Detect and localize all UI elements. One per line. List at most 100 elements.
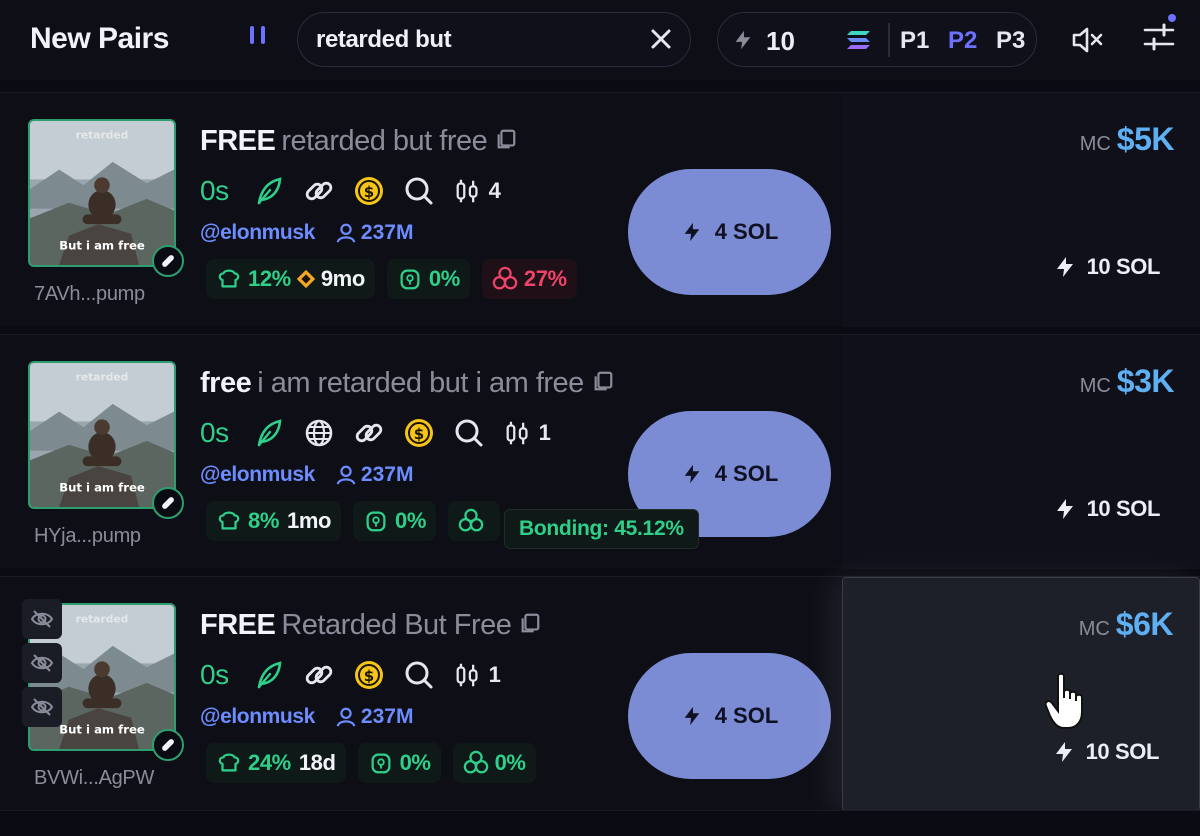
globe-icon[interactable] [303,417,335,449]
snipers-stat: 27% [481,259,577,299]
link-icon[interactable] [303,175,335,207]
search-icon[interactable] [453,417,485,449]
coin-icon[interactable] [403,417,435,449]
lock-face-icon [363,508,389,534]
meta-line: 0s 4 [200,173,501,209]
solana-icon [847,31,870,49]
stats-line: 8% 1mo 0% [206,499,512,543]
token-image[interactable] [28,361,176,509]
link-icon[interactable] [303,659,335,691]
holders-value: 1 [538,420,551,445]
bonding-tooltip: Bonding: 45.12% [504,509,699,549]
diamond-icon [295,268,317,290]
twitter-handle[interactable]: @elonmusk [200,221,315,245]
buy-10-sol-button[interactable]: 10 SOL [1052,736,1159,768]
cluster-icon [463,750,489,776]
link-icon[interactable] [353,417,385,449]
token-row[interactable]: HYja...pump free i am retarded but i am f… [0,334,1200,569]
close-icon[interactable] [648,26,674,52]
leaf-icon[interactable] [253,175,285,207]
token-address[interactable]: HYja...pump [34,525,141,548]
eye-off-icon [30,607,54,631]
social-line: @elonmusk 237M [200,463,413,487]
dev-holding-stat: 0% [353,501,437,541]
token-name: i am retarded but i am free [257,367,584,399]
meta-line: 0s 1 [200,657,501,693]
leaf-icon[interactable] [253,417,285,449]
token-name-line: free i am retarded but i am free [200,367,614,400]
holders-icon [453,176,483,206]
market-cap-pane[interactable]: MC $6K 10 SOL [842,577,1200,811]
search-box[interactable] [297,12,691,67]
token-name-line: FREE Retarded But Free [200,609,541,642]
quick-buy-label: 4 SOL [714,461,779,486]
hide-token-button[interactable] [22,599,62,639]
hide-controls [22,599,62,731]
token-address[interactable]: 7AVh...pump [34,283,145,306]
hide-dev-button[interactable] [22,643,62,683]
holders-value: 4 [488,178,501,203]
top10-stat: 12% 9mo [206,259,375,299]
quick-buy-button[interactable]: 4 SOL [628,653,831,779]
buy-10-sol-button[interactable]: 10 SOL [1053,493,1160,525]
preset-p2[interactable]: P2 [948,27,977,55]
preset-p3[interactable]: P3 [996,27,1025,55]
leaf-icon[interactable] [253,659,285,691]
token-image[interactable] [28,119,176,267]
quick-buy-amount[interactable]: 10 [766,26,795,57]
bolt-icon [1052,736,1076,768]
holders-count: 1 [503,418,551,448]
token-name: retarded but free [281,125,488,157]
pause-icon[interactable] [246,24,270,48]
cluster-icon [458,508,484,534]
pump-icon [152,245,184,277]
coin-icon[interactable] [353,175,385,207]
right-buy-label: 10 SOL [1086,496,1161,521]
chef-hat-icon [216,750,242,776]
mc-value: $6K [1115,606,1174,642]
copy-icon[interactable] [519,612,541,634]
buy-10-sol-button[interactable]: 10 SOL [1053,251,1160,283]
search-input[interactable] [316,25,636,55]
eye-off-icon [30,695,54,719]
copy-icon[interactable] [592,370,614,392]
token-row[interactable]: 7AVh...pump FREE retarded but free 0s 4 @… [0,92,1200,327]
dev-holding-stat: 0% [386,259,470,299]
token-address[interactable]: BVWi...AgPW [34,767,154,790]
sliders-icon [1143,23,1175,51]
snipers-stat: 0% [452,743,536,783]
person-icon [335,706,357,728]
token-ticker: FREE [200,125,276,157]
lock-face-icon [368,750,394,776]
footer-strip [0,810,1200,836]
quick-buy-label: 4 SOL [714,219,779,244]
market-cap: MC $5K [1079,121,1175,158]
top10-value: 12% [248,266,291,291]
token-row[interactable]: BVWi...AgPW FREE Retarded But Free 0s 1 @… [0,576,1200,811]
bolt-icon [681,219,703,245]
market-cap-pane[interactable]: MC $5K 10 SOL [842,93,1200,327]
market-cap-pane[interactable]: MC $3K 10 SOL [842,335,1200,569]
lock-face-icon [397,266,423,292]
search-icon[interactable] [403,175,435,207]
meta-line: 0s 1 [200,415,551,451]
hide-handle-button[interactable] [22,687,62,727]
right-buy-label: 10 SOL [1086,254,1161,279]
pump-icon [152,487,184,519]
search-icon[interactable] [403,659,435,691]
twitter-handle[interactable]: @elonmusk [200,705,315,729]
snipers-value: 0% [494,750,526,775]
holders-value: 1 [488,662,501,687]
mc-label: MC [1079,133,1111,155]
hand-cursor-icon [1044,672,1083,729]
twitter-handle[interactable]: @elonmusk [200,463,315,487]
coin-icon[interactable] [353,659,385,691]
mute-icon[interactable] [1070,22,1106,58]
mc-label: MC [1079,375,1111,397]
divider [888,23,890,57]
token-ticker: free [200,367,252,399]
preset-p1[interactable]: P1 [900,27,929,55]
filters-button[interactable] [1142,14,1176,54]
quick-buy-button[interactable]: 4 SOL [628,169,831,295]
copy-icon[interactable] [495,128,517,150]
